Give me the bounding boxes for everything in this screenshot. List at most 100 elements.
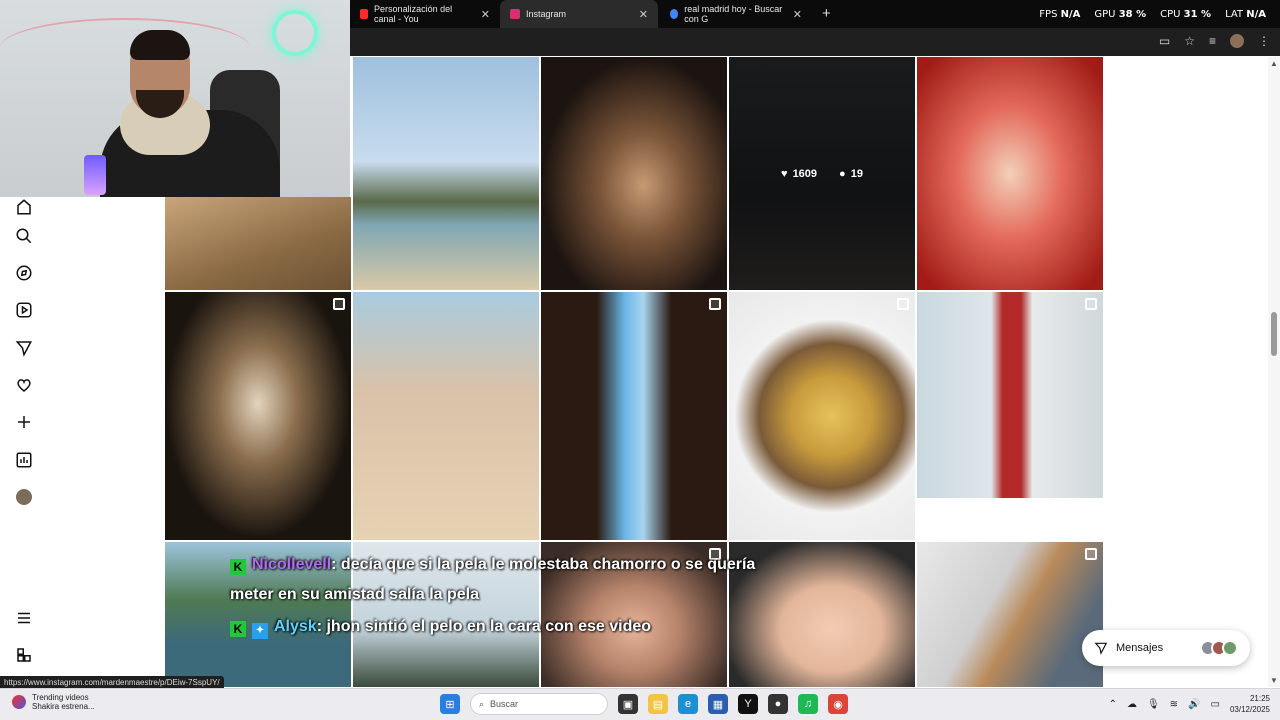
search-icon[interactable] (14, 226, 34, 246)
install-app-icon[interactable]: ▭ (1159, 34, 1170, 48)
reel-icon (1085, 298, 1097, 310)
youtube-icon (360, 9, 369, 19)
post-thumbnail[interactable] (729, 292, 915, 540)
google-icon (670, 9, 679, 19)
post-thumbnail[interactable] (917, 292, 1103, 498)
post-stats-overlay: ♥ 1609 ● 19 (729, 57, 915, 290)
lat-label: LAT (1225, 8, 1244, 20)
direct-messages-icon[interactable] (14, 338, 34, 358)
bookmark-star-icon[interactable]: ☆ (1184, 34, 1195, 48)
subscriber-badge-icon: ✦ (252, 623, 268, 639)
windows-start-icon[interactable]: ⊞ (440, 694, 460, 714)
close-icon[interactable]: ✕ (639, 8, 648, 21)
also-from-meta-icon[interactable] (14, 645, 34, 665)
cpu-label: CPU (1160, 8, 1181, 20)
kick-badge-icon: K (230, 621, 246, 637)
battery-icon[interactable]: ▭ (1211, 699, 1220, 710)
post-thumbnail[interactable] (917, 57, 1103, 290)
notifications-heart-icon[interactable] (14, 375, 34, 395)
clock-time: 21:25 (1249, 694, 1270, 703)
search-placeholder: Buscar (490, 699, 519, 709)
microphone-icon[interactable]: 🎙 (1147, 699, 1160, 710)
instagram-sidebar (0, 197, 48, 687)
streamer-webcam (0, 0, 350, 197)
cpu-value: 31 % (1183, 8, 1212, 20)
clock-date: 03/12/2025 (1229, 705, 1270, 714)
send-icon (1094, 642, 1108, 655)
post-thumbnail[interactable] (165, 292, 351, 540)
chat-username: Alysk (274, 618, 317, 635)
reels-icon[interactable] (14, 300, 34, 320)
news-subtitle: Shakira estrena... (32, 702, 95, 711)
scroll-down-arrow-icon[interactable]: ▼ (1270, 676, 1278, 685)
neon-smiley-icon (272, 10, 318, 56)
post-thumbnail-hovered[interactable]: ♥ 1609 ● 19 (729, 57, 915, 290)
spotify-icon[interactable]: ♫ (798, 694, 818, 714)
post-thumbnail[interactable] (165, 197, 351, 290)
close-icon[interactable]: ✕ (793, 8, 802, 21)
chat-text: : jhon sintió el pelo en la cara con ese… (316, 618, 652, 635)
create-plus-icon[interactable] (14, 412, 34, 432)
chrome-icon[interactable]: ◉ (828, 694, 848, 714)
taskbar-search[interactable]: ⌕ Buscar (470, 693, 608, 715)
post-thumbnail[interactable] (917, 542, 1103, 687)
fps-label: FPS (1039, 8, 1058, 20)
likes-count: 1609 (792, 167, 818, 180)
tab-label: Instagram (526, 9, 567, 19)
github-icon[interactable]: ● (768, 694, 788, 714)
profile-avatar[interactable] (1230, 34, 1244, 48)
page-scrollbar[interactable]: ▲ ▼ (1268, 57, 1280, 687)
profile-avatar[interactable] (16, 489, 32, 505)
news-title: Trending videos (32, 693, 89, 702)
tab-youtube[interactable]: Personalización del canal - You ✕ (350, 0, 500, 28)
more-menu-icon[interactable] (14, 608, 34, 628)
post-thumbnail[interactable] (353, 57, 539, 290)
home-icon[interactable] (14, 197, 34, 217)
gpu-label: GPU (1094, 8, 1116, 20)
wifi-icon[interactable]: ≋ (1170, 699, 1178, 710)
scrollbar-thumb[interactable] (1271, 312, 1277, 356)
scroll-up-arrow-icon[interactable]: ▲ (1270, 59, 1278, 68)
widgets-news[interactable]: Trending videos Shakira estrena... (12, 693, 95, 711)
browser-menu-icon[interactable]: ⋮ (1258, 34, 1270, 48)
tab-google[interactable]: real madrid hoy - Buscar con G ✕ (660, 0, 812, 28)
edge-icon[interactable]: e (678, 694, 698, 714)
tab-label: real madrid hoy - Buscar con G (684, 4, 783, 24)
messages-label: Mensajes (1116, 642, 1164, 654)
chevron-up-icon[interactable]: ⌃ (1109, 699, 1117, 710)
instagram-icon (510, 9, 520, 19)
media-control-icon[interactable]: ≡ (1209, 34, 1216, 48)
carousel-icon (1085, 548, 1097, 560)
dashboard-icon[interactable] (14, 450, 34, 470)
new-tab-button[interactable]: + (822, 5, 831, 22)
messages-button[interactable]: Mensajes (1082, 630, 1250, 666)
avatar (1222, 640, 1238, 656)
clock[interactable]: 21:25 03/12/2025 (1230, 693, 1270, 715)
like-heart-icon: ♥ (781, 167, 788, 180)
reel-icon (897, 298, 909, 310)
stream-chat-overlay: K Nicollevell: decía que si la pela le mo… (230, 550, 790, 642)
task-view-icon[interactable]: ▣ (618, 694, 638, 714)
volume-icon[interactable]: 🔊 (1188, 699, 1200, 710)
onedrive-icon[interactable]: ☁ (1127, 699, 1137, 710)
explore-icon[interactable] (14, 263, 34, 283)
performance-overlay: FPS N/A GPU 38 % CPU 31 % LAT N/A (1039, 0, 1266, 28)
close-icon[interactable]: ✕ (481, 8, 490, 21)
comment-bubble-icon: ● (839, 167, 846, 180)
gpu-value: 38 % (1118, 8, 1147, 20)
post-thumbnail[interactable] (353, 292, 539, 540)
post-thumbnail[interactable] (541, 292, 727, 540)
tab-instagram[interactable]: Instagram ✕ (500, 0, 658, 28)
app-y-icon[interactable]: Y (738, 694, 758, 714)
chat-username: Nicollevell (252, 556, 332, 573)
news-icon (12, 695, 26, 709)
file-explorer-icon[interactable]: ▤ (648, 694, 668, 714)
tab-label: Personalización del canal - You (374, 4, 453, 24)
fps-value: N/A (1060, 8, 1081, 20)
search-icon: ⌕ (479, 698, 485, 709)
lat-value: N/A (1246, 8, 1266, 20)
chat-message: K ✦ Alysk: jhon sintió el pelo en la cara … (230, 612, 790, 642)
store-icon[interactable]: ▦ (708, 694, 728, 714)
carousel-icon (333, 298, 345, 310)
post-thumbnail[interactable] (541, 57, 727, 290)
